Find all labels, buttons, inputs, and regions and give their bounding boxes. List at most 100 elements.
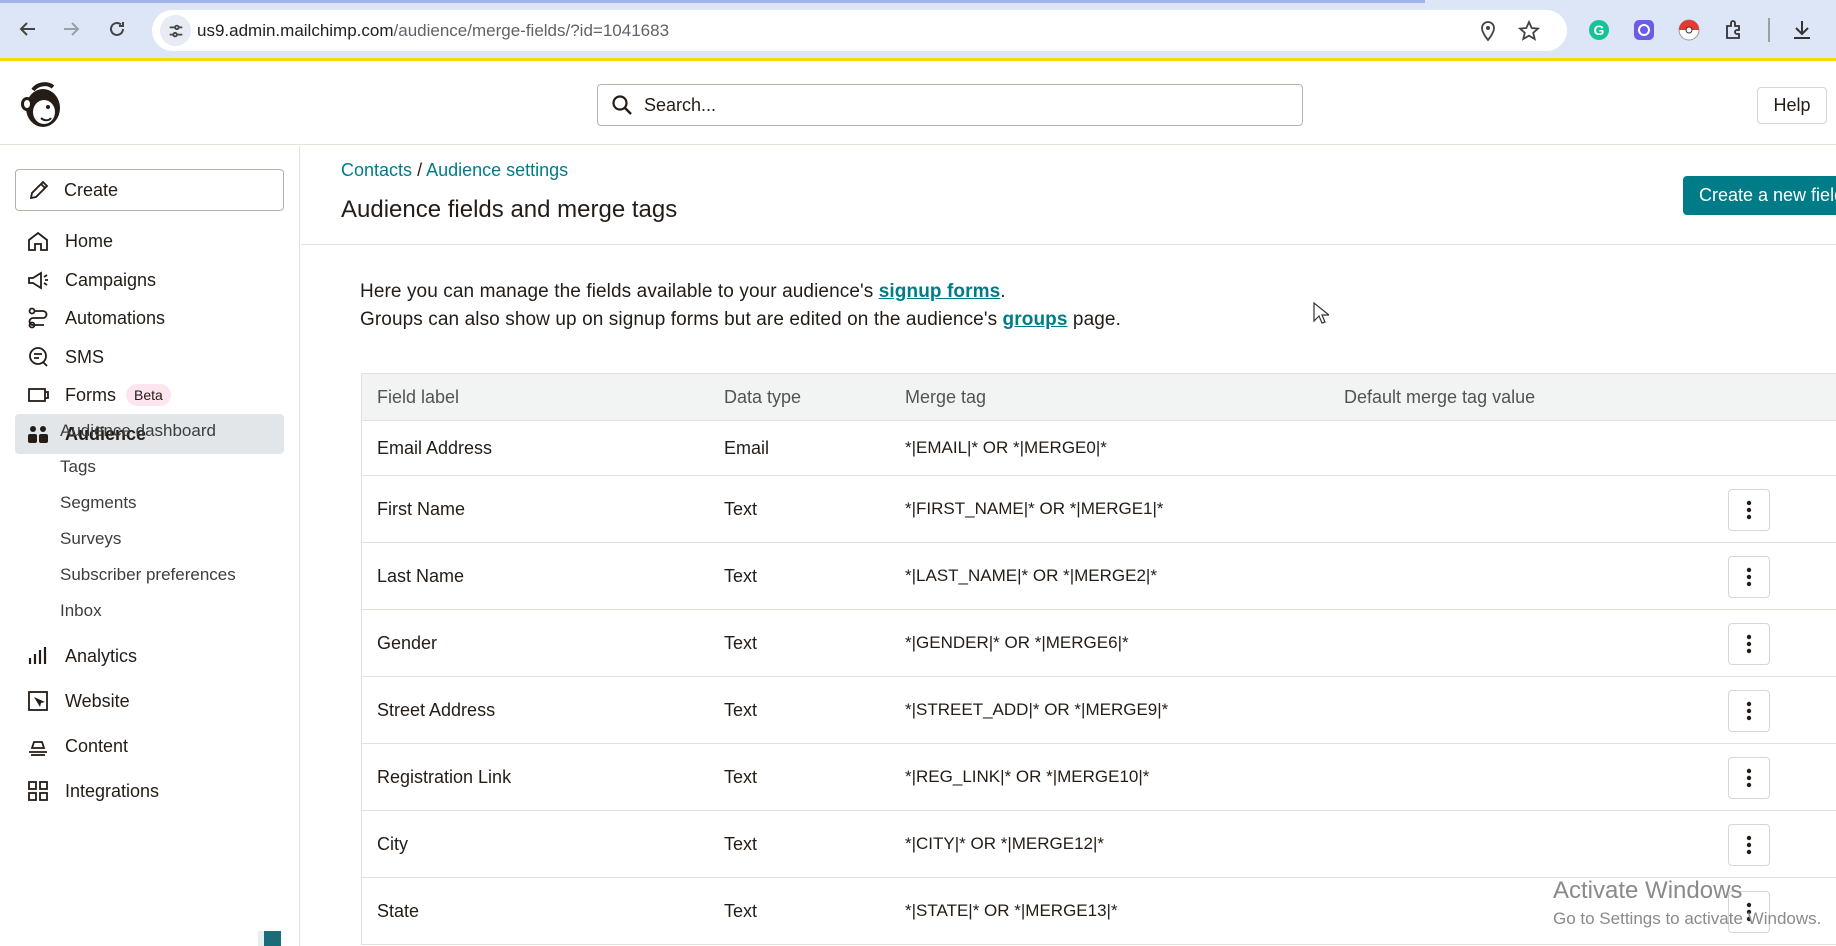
table-header: Field label Data type Merge tag Default … xyxy=(362,374,1836,421)
field-label: City xyxy=(377,833,408,854)
field-label: Gender xyxy=(377,632,438,653)
sidebar-item-label: Forms xyxy=(65,384,116,405)
sidebar-item-content[interactable]: Content xyxy=(15,726,284,766)
address-bar[interactable]: us9.admin.mailchimp.com/audience/merge-f… xyxy=(152,10,1567,51)
sidebar-subitem-segments[interactable]: Segments xyxy=(60,493,137,513)
forms-icon xyxy=(25,382,51,408)
field-merge-tag: *|LAST_NAME|* OR *|MERGE2|* xyxy=(905,566,1157,585)
watermark-title: Activate Windows xyxy=(1553,877,1743,904)
breadcrumb-contacts-link[interactable]: Contacts xyxy=(341,160,412,180)
search-input[interactable] xyxy=(644,94,1244,116)
sidebar-subitem-subscriber-preferences[interactable]: Subscriber preferences xyxy=(60,565,236,585)
help-button[interactable]: Help xyxy=(1757,87,1827,124)
signup-forms-link[interactable]: signup forms xyxy=(879,281,1001,302)
row-actions-button[interactable] xyxy=(1728,556,1770,598)
field-merge-tag: *|STREET_ADD|* OR *|MERGE9|* xyxy=(905,700,1169,719)
mailchimp-logo-icon[interactable] xyxy=(17,80,65,130)
sidebar-item-label: Integrations xyxy=(65,780,160,801)
sidebar-item-label: Campaigns xyxy=(65,269,157,290)
website-icon xyxy=(25,688,51,714)
table-row: Gender Text *|GENDER|* OR *|MERGE6|* xyxy=(362,610,1836,677)
field-merge-tag: *|CITY|* OR *|MERGE12|* xyxy=(905,834,1105,853)
column-header-field-label: Field label xyxy=(377,386,460,407)
svg-text:G: G xyxy=(1594,22,1605,38)
forward-icon[interactable] xyxy=(56,14,86,44)
mouse-cursor-icon xyxy=(1313,302,1329,324)
field-data-type: Text xyxy=(724,900,758,921)
puzzle-icon[interactable] xyxy=(1723,18,1747,42)
field-data-type: Text xyxy=(724,565,758,586)
star-icon[interactable] xyxy=(1517,19,1541,42)
create-button[interactable]: Create xyxy=(15,169,284,211)
row-actions-button[interactable] xyxy=(1728,757,1770,799)
intro-text: Here you can manage the fields available… xyxy=(360,278,1121,334)
field-data-type: Text xyxy=(724,632,758,653)
table-row: First Name Text *|FIRST_NAME|* OR *|MERG… xyxy=(362,476,1836,543)
breadcrumb-separator: / xyxy=(417,160,423,180)
sidebar-subitem-inbox[interactable]: Inbox xyxy=(60,601,102,621)
extension-icon[interactable] xyxy=(1632,18,1656,42)
sidebar-item-integrations[interactable]: Integrations xyxy=(15,771,284,811)
back-icon[interactable] xyxy=(13,14,43,44)
row-actions-button[interactable] xyxy=(1728,824,1770,866)
column-header-merge-tag: Merge tag xyxy=(905,386,987,407)
row-actions-button[interactable] xyxy=(1728,489,1770,531)
breadcrumb-audience-settings-link[interactable]: Audience settings xyxy=(426,160,568,180)
reload-icon[interactable] xyxy=(102,14,132,44)
sidebar-item-sms[interactable]: SMS xyxy=(15,337,284,377)
page-title: Audience fields and merge tags xyxy=(341,196,678,223)
home-icon xyxy=(25,228,51,254)
sidebar-item-label: Content xyxy=(65,735,129,756)
app-header: Help xyxy=(0,64,1836,145)
more-vertical-icon xyxy=(1746,634,1752,654)
megaphone-icon xyxy=(25,267,51,293)
pencil-icon xyxy=(29,180,49,200)
sidebar-item-website[interactable]: Website xyxy=(15,681,284,721)
merge-fields-table: Field label Data type Merge tag Default … xyxy=(361,373,1836,945)
page-header: Contacts / Audience settings Audience fi… xyxy=(301,146,1836,245)
create-new-field-button[interactable]: Create a new field xyxy=(1683,176,1836,215)
row-actions-button[interactable] xyxy=(1728,690,1770,732)
field-label: Registration Link xyxy=(377,766,512,787)
table-row: City Text *|CITY|* OR *|MERGE12|* xyxy=(362,811,1836,878)
sidebar-item-campaigns[interactable]: Campaigns xyxy=(15,260,284,300)
sms-icon xyxy=(25,344,51,370)
download-icon[interactable] xyxy=(1790,18,1814,42)
column-header-data-type: Data type xyxy=(724,386,802,407)
integrations-icon xyxy=(25,778,51,804)
field-merge-tag: *|GENDER|* OR *|MERGE6|* xyxy=(905,633,1129,652)
tab-strip-edge xyxy=(0,0,1425,3)
sidebar-item-label: SMS xyxy=(65,346,105,367)
beta-badge: Beta xyxy=(126,384,171,406)
intro-line-1: Here you can manage the fields available… xyxy=(360,278,1121,306)
intro-line-2: Groups can also show up on signup forms … xyxy=(360,306,1121,334)
groups-link[interactable]: groups xyxy=(1003,309,1068,330)
watermark-subtitle: Go to Settings to activate Windows. xyxy=(1553,909,1822,928)
sidebar-item-label: Home xyxy=(65,230,114,251)
sidebar-item-forms[interactable]: Forms Beta xyxy=(15,375,284,415)
field-label: First Name xyxy=(377,498,466,519)
global-search-field[interactable] xyxy=(597,84,1303,126)
sidebar-subitem-audience-dashboard[interactable]: Audience dashboard xyxy=(60,421,216,441)
location-icon[interactable] xyxy=(1477,20,1499,42)
audience-icon xyxy=(25,421,51,447)
field-merge-tag: *|STATE|* OR *|MERGE13|* xyxy=(905,901,1118,920)
sidebar-collapse-handle[interactable] xyxy=(258,931,281,946)
grammarly-icon[interactable]: G xyxy=(1587,18,1611,42)
more-vertical-icon xyxy=(1746,567,1752,587)
sidebar-item-analytics[interactable]: Analytics xyxy=(15,636,284,676)
field-merge-tag: *|EMAIL|* OR *|MERGE0|* xyxy=(905,438,1107,457)
sidebar-item-automations[interactable]: Automations xyxy=(15,298,284,338)
field-data-type: Text xyxy=(724,766,758,787)
sidebar-subitem-surveys[interactable]: Surveys xyxy=(60,529,121,549)
field-merge-tag: *|REG_LINK|* OR *|MERGE10|* xyxy=(905,767,1150,786)
sidebar-item-home[interactable]: Home xyxy=(15,221,284,261)
browser-toolbar: us9.admin.mailchimp.com/audience/merge-f… xyxy=(0,0,1836,61)
sidebar-item-label: Automations xyxy=(65,307,166,328)
sidebar-subitem-tags[interactable]: Tags xyxy=(60,457,96,477)
pokeball-icon[interactable] xyxy=(1677,18,1701,42)
intro-text-segment: Here you can manage the fields available… xyxy=(360,281,879,302)
row-actions-button[interactable] xyxy=(1728,623,1770,665)
site-info-icon[interactable] xyxy=(160,15,191,46)
table-row: Registration Link Text *|REG_LINK|* OR *… xyxy=(362,744,1836,811)
